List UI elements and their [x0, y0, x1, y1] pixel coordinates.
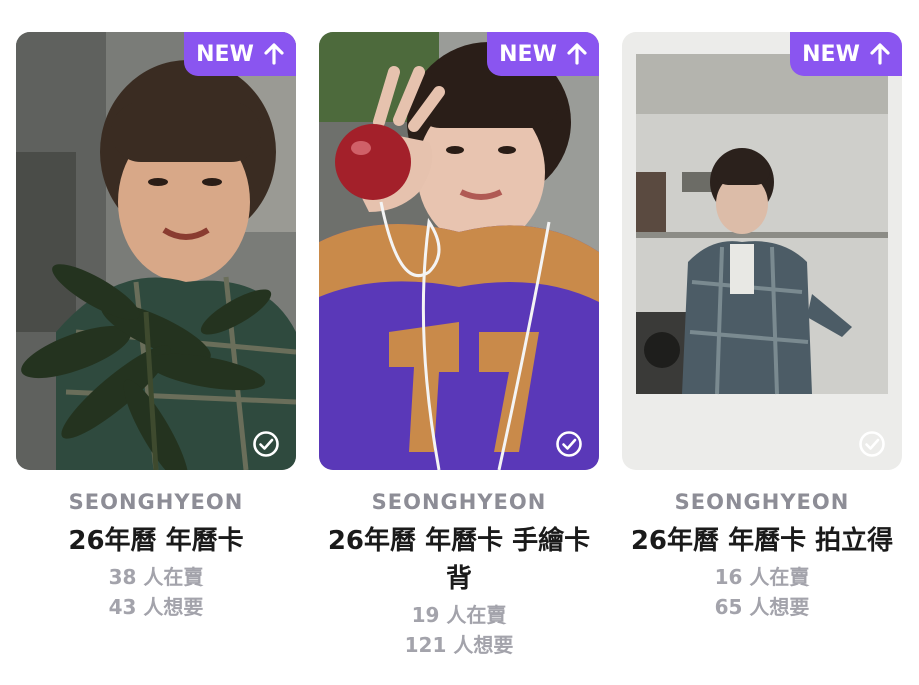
artist-name: SEONGHYEON [674, 490, 850, 514]
new-badge: NEW [487, 32, 599, 76]
photocard-item[interactable]: NEW SEONGHYEON 26年曆 年曆卡 手繪卡背 19 人在賣 121 … [319, 32, 599, 660]
photocard-item[interactable]: NEW SEONGHYEON 26年曆 年曆卡 拍立得 16 人在賣 65 人想… [622, 32, 902, 622]
photocard-item[interactable]: NEW SEONGHYEON 26年曆 年曆卡 38 人在賣 43 人想要 [16, 32, 296, 622]
arrow-up-icon [870, 43, 890, 65]
new-badge: NEW [790, 32, 902, 76]
photocard-stats: 19 人在賣 121 人想要 [319, 600, 599, 660]
photocard-title[interactable]: 26年曆 年曆卡 [16, 522, 296, 560]
photocard-stats: 38 人在賣 43 人想要 [16, 562, 296, 622]
check-circle-icon[interactable] [555, 430, 583, 458]
photocard-stats: 16 人在賣 65 人想要 [622, 562, 902, 622]
check-circle-icon[interactable] [252, 430, 280, 458]
arrow-up-icon [567, 43, 587, 65]
check-circle-icon[interactable] [858, 430, 886, 458]
arrow-up-icon [264, 43, 284, 65]
new-badge-label: NEW [499, 41, 557, 67]
photo-apple [319, 32, 599, 470]
photocard-image[interactable]: NEW [319, 32, 599, 470]
photocard-meta: SEONGHYEON 26年曆 年曆卡 手繪卡背 19 人在賣 121 人想要 [319, 488, 599, 660]
wanting-count: 121 人想要 [404, 633, 514, 657]
photocard-title[interactable]: 26年曆 年曆卡 手繪卡背 [319, 522, 599, 598]
photocard-image[interactable]: NEW [16, 32, 296, 470]
artist-name: SEONGHYEON [68, 490, 244, 514]
wanting-count: 65 人想要 [714, 595, 810, 619]
selling-count: 38 人在賣 [108, 565, 204, 589]
new-badge-label: NEW [802, 41, 860, 67]
new-badge-label: NEW [196, 41, 254, 67]
photocard-grid: NEW SEONGHYEON 26年曆 年曆卡 38 人在賣 43 人想要 NE… [0, 0, 919, 685]
photocard-meta: SEONGHYEON 26年曆 年曆卡 拍立得 16 人在賣 65 人想要 [622, 488, 902, 622]
wanting-count: 43 人想要 [108, 595, 204, 619]
selling-count: 16 人在賣 [714, 565, 810, 589]
photo-polaroid [622, 32, 902, 470]
photo-plant [16, 32, 296, 470]
artist-name: SEONGHYEON [371, 490, 547, 514]
new-badge: NEW [184, 32, 296, 76]
selling-count: 19 人在賣 [411, 603, 507, 627]
photocard-title[interactable]: 26年曆 年曆卡 拍立得 [622, 522, 902, 560]
photocard-image[interactable]: NEW [622, 32, 902, 470]
photocard-meta: SEONGHYEON 26年曆 年曆卡 38 人在賣 43 人想要 [16, 488, 296, 622]
